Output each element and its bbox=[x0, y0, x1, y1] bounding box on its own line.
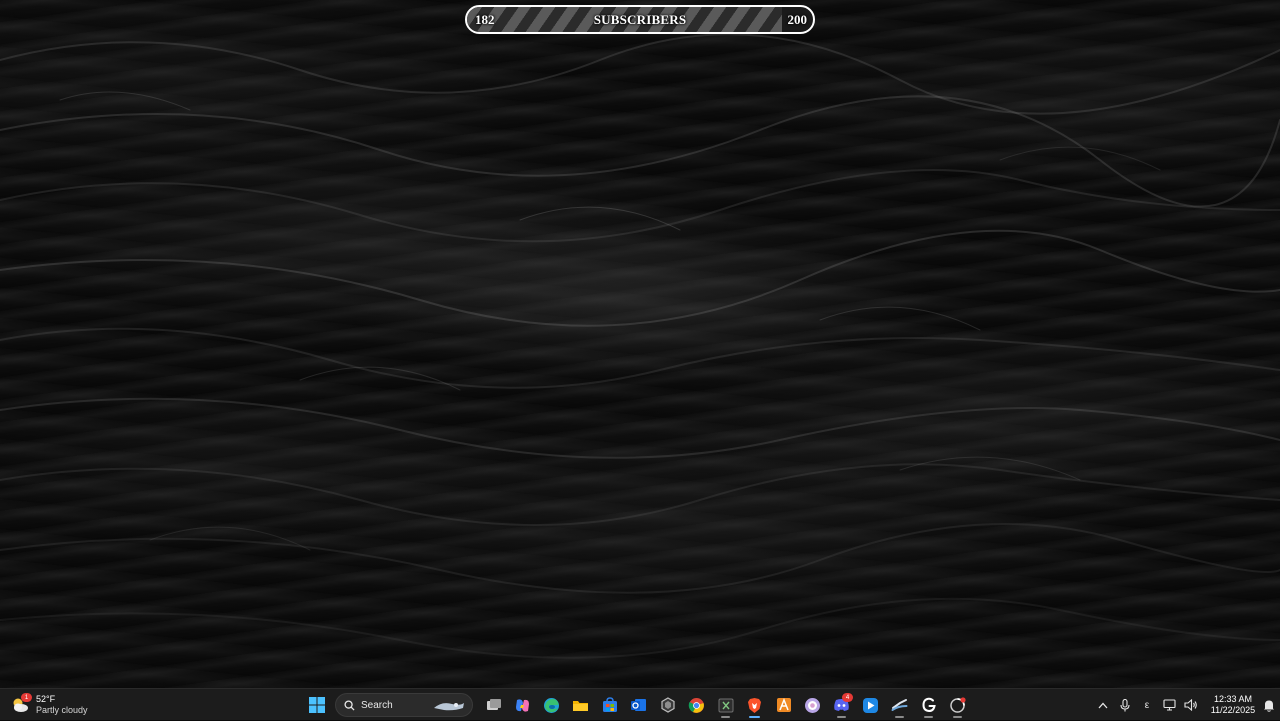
notifications-button[interactable] bbox=[1258, 691, 1280, 719]
orange-app-button[interactable] bbox=[771, 692, 796, 718]
weather-widget[interactable]: 1 52°F Partly cloudy bbox=[10, 692, 88, 718]
show-hidden-icons-button[interactable] bbox=[1092, 691, 1114, 719]
edge-button[interactable] bbox=[539, 692, 564, 718]
clock-button[interactable]: 12:33 AM 11/22/2025 bbox=[1208, 694, 1258, 716]
outlook-button[interactable] bbox=[626, 692, 651, 718]
weather-condition: Partly cloudy bbox=[36, 705, 88, 715]
excel-icon bbox=[718, 698, 733, 712]
spinner-app-button[interactable] bbox=[945, 692, 970, 718]
store-icon bbox=[602, 697, 617, 712]
clock-time: 12:33 AM bbox=[1213, 694, 1253, 704]
notification-bell-icon bbox=[1264, 700, 1274, 712]
input-language-label: ε bbox=[1144, 699, 1150, 711]
orange-a-icon bbox=[776, 697, 791, 712]
microphone-button[interactable] bbox=[1114, 691, 1136, 719]
discord-notification-badge: 4 bbox=[842, 693, 853, 702]
subscriber-goal-bar: 182 SUBSCRIBERS 200 bbox=[465, 5, 815, 34]
search-icon bbox=[344, 699, 355, 711]
blue-play-icon bbox=[863, 697, 878, 713]
taskbar-pinned-apps: Search 4 bbox=[304, 691, 970, 719]
brave-icon bbox=[748, 697, 761, 713]
network-button[interactable] bbox=[1158, 691, 1180, 719]
goal-label: SUBSCRIBERS bbox=[593, 11, 687, 27]
weather-alert-badge: 1 bbox=[21, 693, 32, 702]
steam-button[interactable] bbox=[887, 692, 912, 718]
partly-cloudy-icon: 1 bbox=[10, 693, 32, 715]
hexagon-icon bbox=[660, 697, 675, 713]
chrome-icon bbox=[688, 697, 704, 713]
steam-icon bbox=[891, 698, 908, 711]
folder-icon bbox=[573, 700, 588, 711]
search-label: Search bbox=[361, 699, 393, 711]
blue-app-button[interactable] bbox=[858, 692, 883, 718]
g-app-button[interactable] bbox=[916, 692, 941, 718]
task-view-icon bbox=[486, 699, 501, 710]
input-language-button[interactable]: ε bbox=[1136, 691, 1158, 719]
hexagon-app-button[interactable] bbox=[655, 692, 680, 718]
system-tray: ε 12:33 AM 11/22/2025 bbox=[1092, 689, 1280, 721]
excel-button[interactable] bbox=[713, 692, 738, 718]
task-view-button[interactable] bbox=[481, 692, 506, 718]
outlook-icon bbox=[631, 699, 646, 711]
speaker-icon bbox=[1184, 699, 1197, 711]
windows-start-icon bbox=[308, 697, 325, 713]
g-logo-icon bbox=[921, 697, 936, 713]
taskbar: 1 52°F Partly cloudy Search 4 ε 12:33 AM… bbox=[0, 688, 1280, 720]
store-button[interactable] bbox=[597, 692, 622, 718]
edge-icon bbox=[544, 697, 559, 713]
microphone-icon bbox=[1120, 698, 1130, 711]
copilot-icon bbox=[516, 698, 529, 712]
volume-button[interactable] bbox=[1180, 691, 1202, 719]
discord-button[interactable]: 4 bbox=[829, 692, 854, 718]
clock-date: 11/22/2025 bbox=[1210, 705, 1256, 715]
dark-ocean-waves-wallpaper bbox=[0, 33, 1280, 659]
start-button[interactable] bbox=[304, 692, 329, 718]
chrome-button[interactable] bbox=[684, 692, 709, 718]
goal-target-count: 200 bbox=[787, 11, 808, 27]
purple-circle-icon bbox=[805, 697, 820, 713]
purple-app-button[interactable] bbox=[800, 692, 825, 718]
copilot-button[interactable] bbox=[510, 692, 535, 718]
taskbar-search-box[interactable]: Search bbox=[335, 693, 473, 717]
network-icon bbox=[1162, 699, 1176, 711]
weather-temperature: 52°F bbox=[36, 694, 56, 704]
spinner-icon bbox=[950, 696, 966, 713]
file-explorer-button[interactable] bbox=[568, 692, 593, 718]
desktop-wallpaper: 182 SUBSCRIBERS 200 bbox=[0, 0, 1280, 688]
chevron-up-icon bbox=[1098, 702, 1108, 708]
brave-button[interactable] bbox=[742, 692, 767, 718]
search-highlight-icon bbox=[434, 703, 464, 711]
